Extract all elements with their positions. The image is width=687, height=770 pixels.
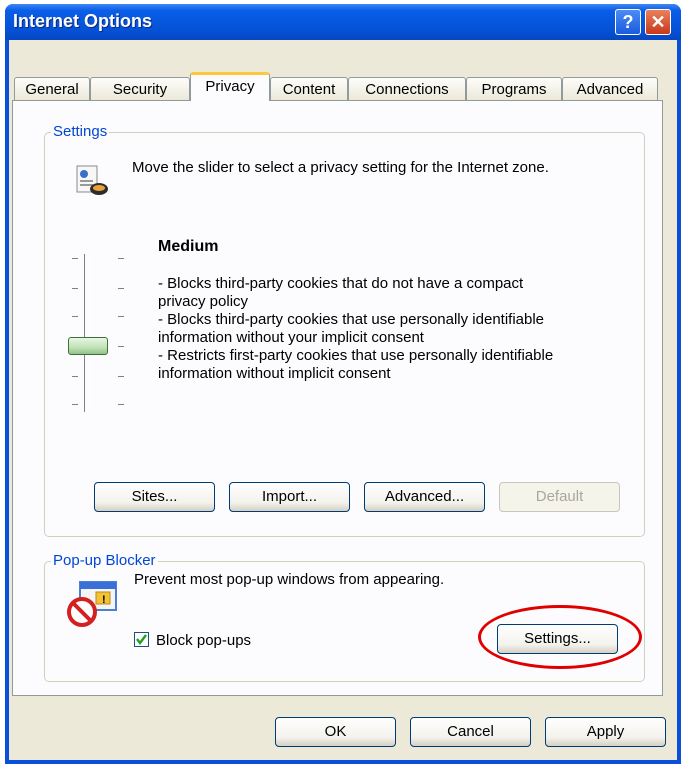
privacy-line-2: privacy policy [158, 293, 249, 310]
tab-connections[interactable]: Connections [348, 77, 466, 100]
default-button[interactable]: Default [499, 482, 620, 512]
tab-label: Privacy [205, 78, 255, 95]
import-button[interactable]: Import... [229, 482, 350, 512]
tab-label: Programs [481, 81, 547, 98]
block-popups-label[interactable]: Block pop-ups [156, 632, 251, 650]
tab-general[interactable]: General [14, 77, 90, 100]
slider-thumb[interactable] [68, 337, 108, 355]
tab-label: Advanced [576, 81, 644, 98]
tab-security[interactable]: Security [90, 77, 190, 100]
advanced-button[interactable]: Advanced... [364, 482, 485, 512]
slider-tick [118, 316, 124, 317]
tab-programs[interactable]: Programs [466, 77, 562, 100]
close-icon: ✕ [650, 12, 666, 32]
sites-button[interactable]: Sites... [94, 482, 215, 512]
popup-blocker-icon: ! [66, 578, 120, 628]
slider-tick [72, 288, 78, 289]
slider-tick [72, 376, 78, 377]
privacy-instruction: Move the slider to select a privacy sett… [132, 159, 549, 176]
privacy-line-4: information without your implicit consen… [158, 329, 424, 346]
slider-tick [118, 404, 124, 405]
privacy-level: Medium [158, 238, 219, 255]
cancel-button[interactable]: Cancel [410, 717, 531, 747]
privacy-shield-icon [74, 162, 110, 198]
apply-button[interactable]: Apply [545, 717, 666, 747]
close-button[interactable]: ✕ [645, 9, 671, 35]
help-icon: ? [622, 12, 634, 32]
tab-privacy[interactable]: Privacy [190, 72, 270, 101]
tab-label: Connections [365, 81, 449, 98]
privacy-line-5: - Restricts first-party cookies that use… [158, 347, 554, 364]
slider-tick [118, 258, 124, 259]
slider-tick [118, 376, 124, 377]
slider-tick [118, 288, 124, 289]
slider-tick [72, 258, 78, 259]
settings-group-label: Settings [51, 123, 110, 140]
title-bar[interactable]: Internet Options ? ✕ [5, 4, 681, 40]
check-icon [136, 634, 147, 645]
window-title: Internet Options [13, 11, 152, 31]
tab-content[interactable]: Content [270, 77, 348, 100]
popup-description: Prevent most pop-up windows from appeari… [134, 571, 445, 588]
help-button[interactable]: ? [615, 9, 641, 35]
privacy-line-3: - Blocks third-party cookies that use pe… [158, 311, 545, 328]
privacy-line-6: information without implicit consent [158, 365, 391, 382]
slider-tick [72, 316, 78, 317]
tab-label: Security [112, 81, 168, 98]
block-popups-checkbox[interactable] [134, 632, 149, 647]
svg-text:!: ! [102, 594, 106, 606]
slider-tick [72, 404, 78, 405]
tab-label: General [25, 81, 79, 98]
highlight-circle [478, 605, 642, 669]
slider-track [84, 254, 90, 412]
slider-tick [118, 346, 124, 347]
privacy-line-1: - Blocks third-party cookies that do not… [158, 275, 524, 292]
tab-advanced[interactable]: Advanced [562, 77, 658, 100]
tab-label: Content [282, 81, 336, 98]
popup-blocker-group-label: Pop-up Blocker [51, 552, 158, 569]
ok-button[interactable]: OK [275, 717, 396, 747]
